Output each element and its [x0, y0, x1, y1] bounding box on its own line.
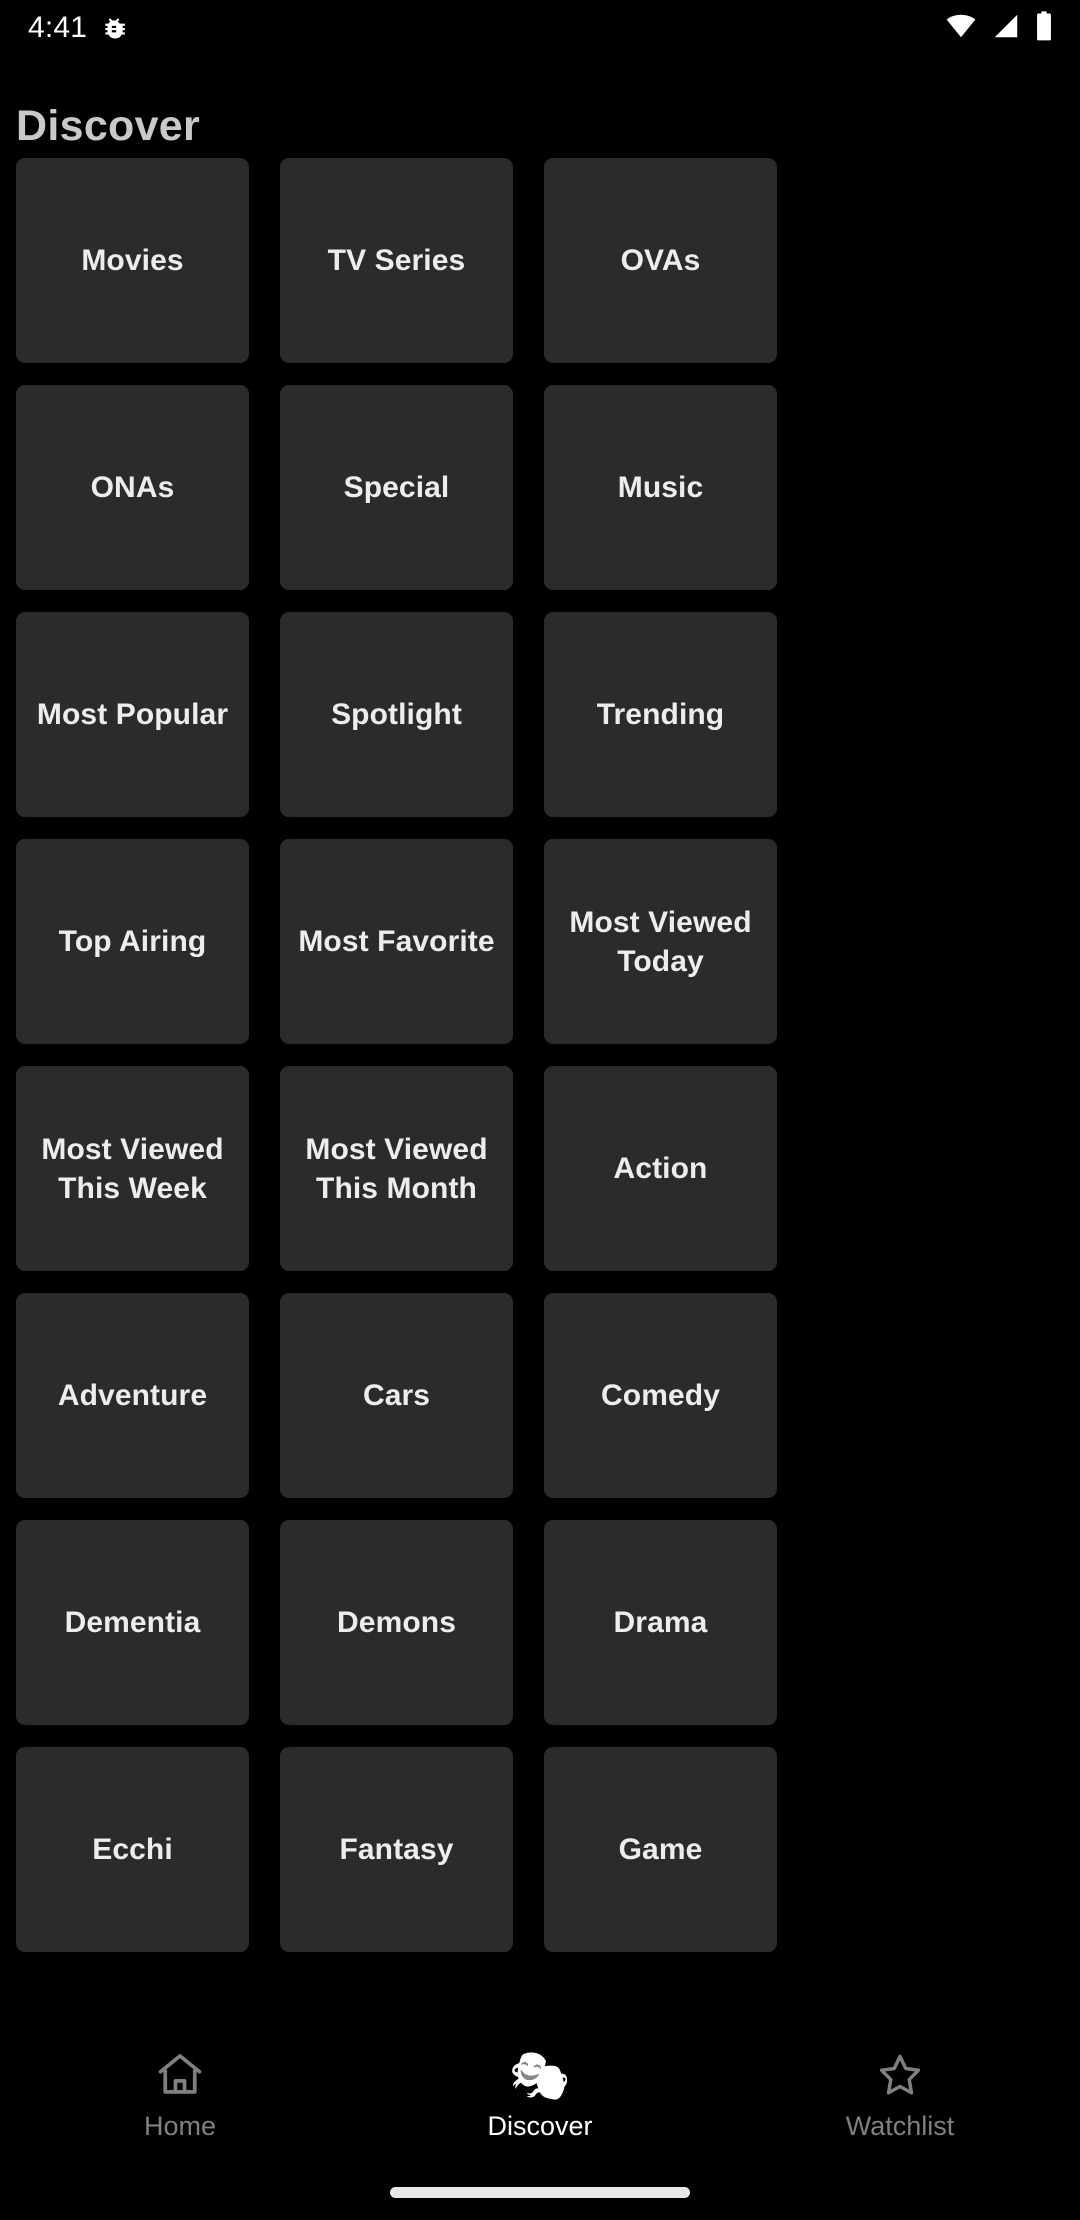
category-tile[interactable]: Drama	[544, 1520, 777, 1725]
category-tile[interactable]: Action	[544, 1066, 777, 1271]
category-tile-label: Drama	[613, 1606, 708, 1639]
nav-label-discover: Discover	[487, 2111, 593, 2141]
category-tile[interactable]: Cars	[280, 1293, 513, 1498]
category-tile-label: Spotlight	[331, 698, 462, 731]
battery-icon	[1034, 10, 1054, 47]
category-tile[interactable]: Trending	[544, 612, 777, 817]
category-tile[interactable]: Game	[544, 1747, 777, 1952]
category-tile[interactable]: Most Favorite	[280, 839, 513, 1044]
category-tile-label: Special	[343, 471, 450, 504]
category-tile-label: Trending	[596, 698, 725, 731]
category-tile-label: Ecchi	[92, 1833, 173, 1866]
category-tile-label: Action	[613, 1152, 708, 1185]
category-tile[interactable]: TV Series	[280, 158, 513, 363]
category-tile[interactable]: Movies	[16, 158, 249, 363]
category-grid: Movies TV Series OVAs ONAs Special Music Most …	[0, 158, 1080, 1952]
category-tile[interactable]: Special	[280, 385, 513, 590]
category-tile-label: ONAs	[90, 471, 175, 504]
category-tile[interactable]: Most Popular	[16, 612, 249, 817]
nav-label-home: Home	[143, 2111, 217, 2141]
category-tile-label: Most Popular	[36, 698, 229, 731]
category-tile-label: Most Viewed This Month	[305, 1132, 488, 1205]
nav-item-watchlist[interactable]: Watchlist	[720, 2046, 1080, 2140]
category-tile-label: TV Series	[327, 244, 466, 277]
gesture-home-indicator[interactable]	[390, 2187, 690, 2198]
category-tile-label: Cars	[362, 1379, 431, 1412]
category-tile-label: Most Favorite	[298, 925, 495, 958]
home-icon	[154, 2046, 206, 2104]
wifi-icon	[944, 11, 978, 46]
status-bar-right	[944, 10, 1054, 47]
category-tile[interactable]: Demons	[280, 1520, 513, 1725]
category-tile[interactable]: Comedy	[544, 1293, 777, 1498]
category-tile[interactable]: Most Viewed This Week	[16, 1066, 249, 1271]
category-tile[interactable]: Most Viewed Today	[544, 839, 777, 1044]
category-tile-label: Game	[618, 1833, 703, 1866]
category-tile-label: OVAs	[620, 244, 701, 277]
bug-icon	[101, 15, 127, 41]
cellular-signal-icon	[990, 11, 1022, 46]
category-tile-label: Fantasy	[339, 1833, 454, 1866]
status-bar-left: 4:41	[28, 13, 127, 43]
category-tile[interactable]: Ecchi	[16, 1747, 249, 1952]
category-tile[interactable]: Most Viewed This Month	[280, 1066, 513, 1271]
category-tile[interactable]: ONAs	[16, 385, 249, 590]
theater-masks-icon: 🎭	[508, 2047, 572, 2103]
category-tile-label: Demons	[337, 1606, 456, 1639]
category-tile-label: Music	[617, 471, 704, 504]
category-tile[interactable]: Top Airing	[16, 839, 249, 1044]
category-tile-label: Most Viewed This Week	[41, 1132, 224, 1205]
category-tile-label: Most Viewed Today	[569, 905, 752, 978]
category-tile[interactable]: Dementia	[16, 1520, 249, 1725]
nav-label-watchlist: Watchlist	[845, 2111, 955, 2141]
nav-item-discover[interactable]: 🎭 Discover	[360, 2046, 720, 2140]
status-bar: 4:41	[0, 0, 1080, 56]
category-tile[interactable]: Spotlight	[280, 612, 513, 817]
category-tile-label: Top Airing	[58, 925, 207, 958]
star-icon	[874, 2046, 926, 2104]
category-tile-label: Movies	[81, 244, 184, 277]
category-tile-label: Dementia	[64, 1606, 201, 1639]
page-title: Discover	[16, 102, 201, 150]
category-tile-label: Adventure	[57, 1379, 208, 1412]
category-tile[interactable]: OVAs	[544, 158, 777, 363]
bottom-navigation-bar: Home 🎭 Discover Watchlist	[0, 2024, 1080, 2220]
discover-grid-scroll[interactable]: Movies TV Series OVAs ONAs Special Music Most …	[0, 158, 1080, 2024]
clock: 4:41	[28, 11, 88, 44]
nav-item-home[interactable]: Home	[0, 2046, 360, 2140]
category-tile[interactable]: Fantasy	[280, 1747, 513, 1952]
category-tile-label: Comedy	[601, 1379, 720, 1412]
category-tile[interactable]: Adventure	[16, 1293, 249, 1498]
category-tile[interactable]: Music	[544, 385, 777, 590]
